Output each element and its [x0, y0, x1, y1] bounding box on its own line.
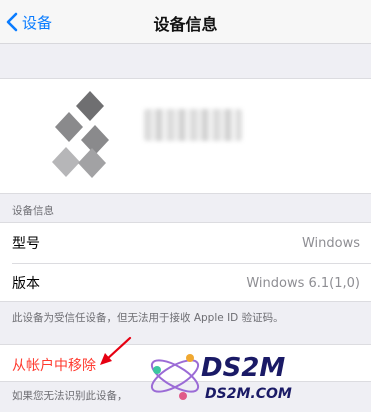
page-title: 设备信息: [153, 15, 218, 34]
watermark-subtitle: DS2M.COM: [205, 386, 292, 402]
version-value: Windows 6.1(1,0): [246, 275, 360, 291]
trusted-device-footnote: 此设备为受信任设备，但无法用于接收 Apple ID 验证码。: [12, 312, 284, 324]
windows-device-icon: [52, 91, 109, 178]
model-row: 型号 Windows: [0, 223, 371, 263]
remove-from-account-button[interactable]: 从帐户中移除: [12, 355, 96, 375]
device-name-blurred: [144, 109, 242, 141]
version-row: 版本 Windows 6.1(1,0): [0, 263, 371, 303]
watermark-title: DS2M: [201, 353, 285, 383]
device-info-group: 型号 Windows 版本 Windows 6.1(1,0): [0, 222, 371, 302]
navigation-bar: 设备 设备信息: [0, 0, 371, 44]
section-header: 设备信息: [12, 205, 54, 217]
version-label: 版本: [12, 276, 40, 292]
red-arrow-annotation-icon: [100, 336, 132, 365]
model-label: 型号: [12, 236, 40, 252]
device-card: [0, 78, 371, 194]
bottom-note: 如果您无法识别此设备，: [12, 390, 128, 402]
model-value: Windows: [301, 235, 360, 251]
ds2m-watermark-logo: DS2M DS2M.COM: [150, 353, 292, 402]
